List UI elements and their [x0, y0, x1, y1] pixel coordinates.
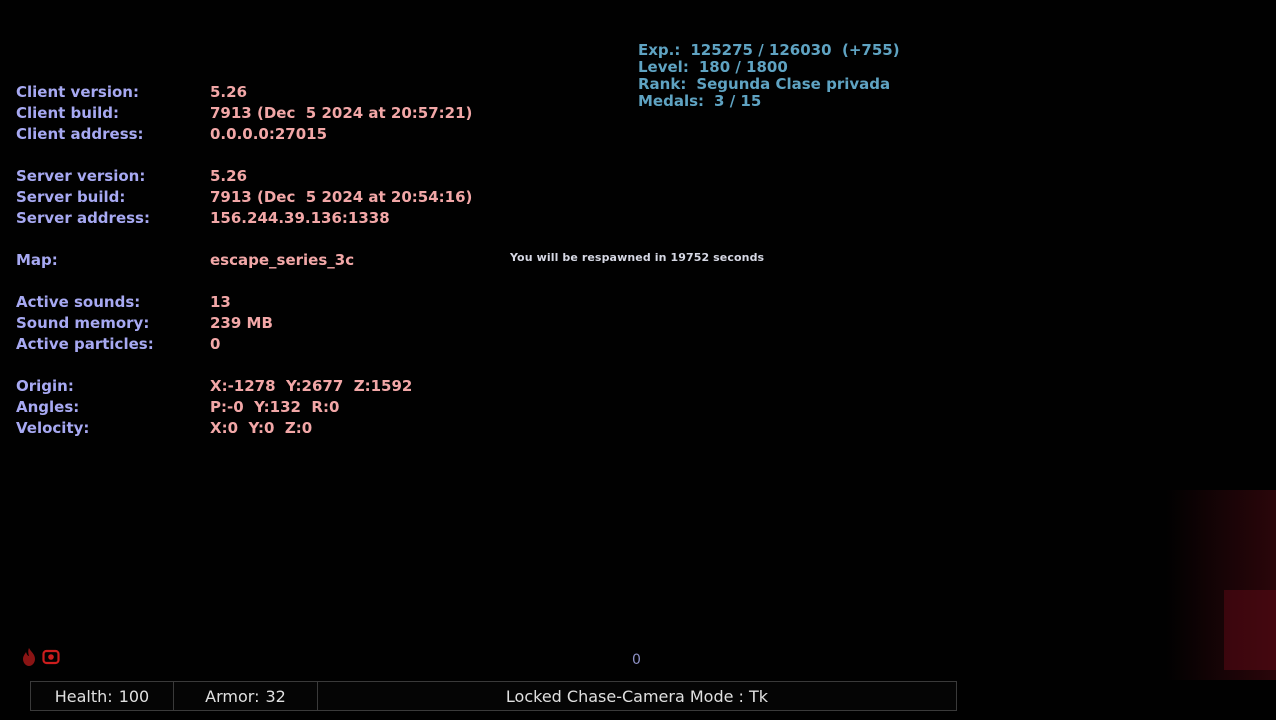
server-address-label: Server address: — [16, 209, 150, 227]
server-address-value: 156.244.39.136:1338 — [210, 209, 390, 227]
sound-memory-label: Sound memory: — [16, 314, 150, 332]
medals-row: Medals: 3 / 15 — [638, 93, 900, 110]
client-version-row: Client version: 5.26 — [16, 82, 472, 103]
velocity-label: Velocity: — [16, 419, 90, 437]
armor-value: 32 — [265, 686, 286, 706]
active-particles-row: Active particles: 0 — [16, 334, 472, 355]
active-sounds-value: 13 — [210, 293, 231, 311]
active-sounds-label: Active sounds: — [16, 293, 141, 311]
server-address-row: Server address: 156.244.39.136:1338 — [16, 208, 472, 229]
level-row: Level: 180 / 1800 — [638, 59, 900, 76]
armor-label: Armor: — [205, 686, 260, 706]
rank-value: Segunda Clase privada — [696, 75, 891, 93]
exp-row: Exp.: 125275 / 126030 (+755) — [638, 42, 900, 59]
camera-mode-cell: Locked Chase-Camera Mode : Tk — [318, 682, 956, 710]
camera-mode-text: Locked Chase-Camera Mode : Tk — [505, 686, 769, 706]
status-icons — [22, 647, 60, 671]
client-build-row: Client build: 7913 (Dec 5 2024 at 20:57:… — [16, 103, 472, 124]
client-version-value: 5.26 — [210, 83, 248, 101]
active-sounds-row: Active sounds: 13 — [16, 292, 472, 313]
bottom-hud-bar: Health: 100 Armor: 32 Locked Chase-Camer… — [30, 681, 957, 711]
center-counter: 0 — [632, 652, 641, 668]
environment-glow-red — [1224, 590, 1276, 670]
server-build-value: 7913 (Dec 5 2024 at 20:54:16) — [210, 188, 473, 206]
level-label: Level: — [638, 58, 689, 76]
level-value: 180 / 1800 — [698, 58, 788, 76]
health-value: 100 — [118, 686, 150, 706]
angles-label: Angles: — [16, 398, 80, 416]
client-build-label: Client build: — [16, 104, 119, 122]
game-viewport: Exp.: 125275 / 126030 (+755) Level: 180 … — [0, 0, 1276, 720]
client-version-label: Client version: — [16, 83, 139, 101]
debug-info-panel: Client version: 5.26 Client build: 7913 … — [16, 82, 472, 439]
flame-icon — [22, 647, 36, 671]
rank-label: Rank: — [638, 75, 687, 93]
velocity-row: Velocity: X:0 Y:0 Z:0 — [16, 418, 472, 439]
map-label: Map: — [16, 251, 58, 269]
camera-record-icon — [42, 649, 60, 669]
map-value: escape_series_3c — [210, 251, 355, 269]
velocity-value: X:0 Y:0 Z:0 — [210, 419, 313, 437]
health-label: Health: — [54, 686, 113, 706]
medals-value: 3 / 15 — [714, 92, 762, 110]
angles-value: P:-0 Y:132 R:0 — [210, 398, 340, 416]
rank-row: Rank: Segunda Clase privada — [638, 76, 900, 93]
client-build-value: 7913 (Dec 5 2024 at 20:57:21) — [210, 104, 473, 122]
client-address-row: Client address: 0.0.0.0:27015 — [16, 124, 472, 145]
server-build-row: Server build: 7913 (Dec 5 2024 at 20:54:… — [16, 187, 472, 208]
server-version-label: Server version: — [16, 167, 146, 185]
exp-label: Exp.: — [638, 41, 681, 59]
health-cell: Health: 100 — [31, 682, 174, 710]
sound-memory-value: 239 MB — [210, 314, 273, 332]
origin-label: Origin: — [16, 377, 74, 395]
player-stats: Exp.: 125275 / 126030 (+755) Level: 180 … — [638, 42, 900, 110]
armor-cell: Armor: 32 — [174, 682, 318, 710]
active-particles-label: Active particles: — [16, 335, 154, 353]
origin-value: X:-1278 Y:2677 Z:1592 — [210, 377, 413, 395]
active-particles-value: 0 — [210, 335, 221, 353]
client-address-value: 0.0.0.0:27015 — [210, 125, 328, 143]
origin-row: Origin: X:-1278 Y:2677 Z:1592 — [16, 376, 472, 397]
server-version-row: Server version: 5.26 — [16, 166, 472, 187]
respawn-message: You will be respawned in 19752 seconds — [510, 251, 765, 264]
medals-label: Medals: — [638, 92, 705, 110]
client-address-label: Client address: — [16, 125, 144, 143]
angles-row: Angles: P:-0 Y:132 R:0 — [16, 397, 472, 418]
exp-value: 125275 / 126030 (+755) — [690, 41, 900, 59]
server-build-label: Server build: — [16, 188, 126, 206]
sound-memory-row: Sound memory: 239 MB — [16, 313, 472, 334]
server-version-value: 5.26 — [210, 167, 248, 185]
map-row: Map: escape_series_3c — [16, 250, 472, 271]
